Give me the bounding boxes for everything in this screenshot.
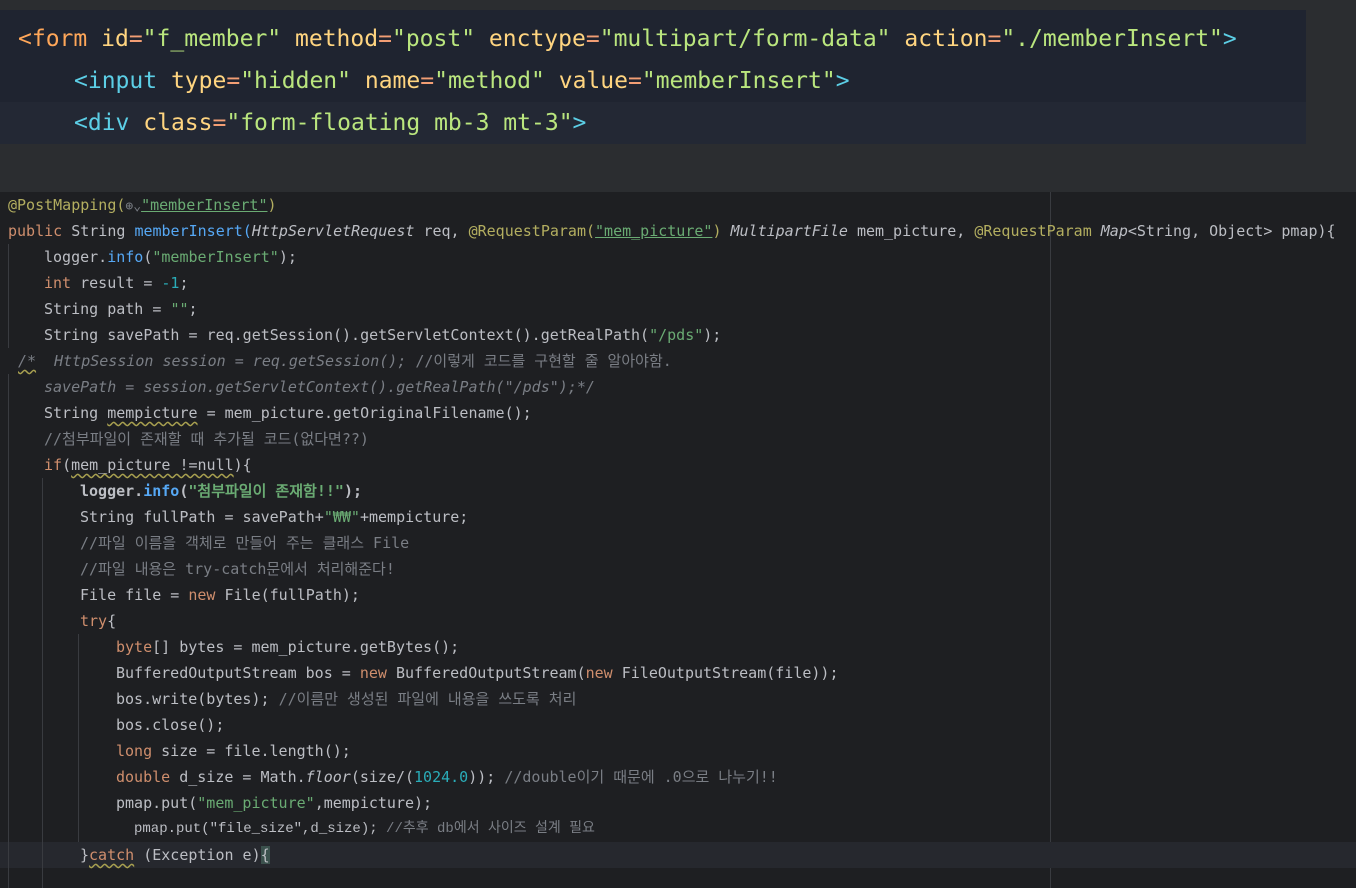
condition-warning[interactable]: mem_picture !=null: [71, 456, 234, 474]
html-code-snippet: <form id="f_member" method="post" enctyp…: [0, 10, 1306, 144]
code-line-27[interactable]: [0, 868, 1356, 888]
code-line-8[interactable]: savePath = session.getServletContext().g…: [0, 374, 1356, 400]
code-line-4[interactable]: int result = -1;: [0, 270, 1356, 296]
code-line-25[interactable]: pmap.put("file_size",d_size); //추후 db에서 …: [0, 816, 1356, 842]
html-line-input: <input type="hidden" name="method" value…: [74, 68, 850, 94]
code-line-20[interactable]: bos.write(bytes); //이름만 생성된 파일에 내용을 쓰도록 …: [0, 686, 1356, 712]
comment-fold-marker[interactable]: /*: [18, 352, 36, 370]
code-line-2[interactable]: public String memberInsert(HttpServletRe…: [0, 218, 1356, 244]
globe-icon[interactable]: ⊕⌄: [125, 199, 141, 214]
input-tag: <input: [74, 68, 158, 94]
code-line-1[interactable]: @PostMapping(⊕⌄"memberInsert"): [0, 192, 1356, 218]
code-line-14[interactable]: //파일 이름을 객체로 만들어 주는 클래스 File: [0, 530, 1356, 556]
code-line-10[interactable]: //첨부파일이 존재할 때 추가될 코드(없다면??): [0, 426, 1356, 452]
code-line-9[interactable]: String mempicture = mem_picture.getOrigi…: [0, 400, 1356, 426]
code-line-15[interactable]: //파일 내용은 try-catch문에서 처리해준다!: [0, 556, 1356, 582]
code-line-22[interactable]: long size = file.length();: [0, 738, 1356, 764]
code-line-7[interactable]: /* HttpSession session = req.getSession(…: [0, 348, 1356, 374]
code-line-24[interactable]: pmap.put("mem_picture",mempicture);: [0, 790, 1356, 816]
code-line-18[interactable]: byte[] bytes = mem_picture.getBytes();: [0, 634, 1356, 660]
html-line-form: <form id="f_member" method="post" enctyp…: [18, 26, 1237, 52]
matched-brace: {: [260, 846, 270, 864]
code-line-13[interactable]: String fullPath = savePath+"₩₩"+mempictu…: [0, 504, 1356, 530]
code-line-17[interactable]: try{: [0, 608, 1356, 634]
code-line-23[interactable]: double d_size = Math.floor(size/(1024.0)…: [0, 764, 1356, 790]
form-tag: <form: [18, 26, 88, 52]
code-line-6[interactable]: String savePath = req.getSession().getSe…: [0, 322, 1356, 348]
endpoint-link[interactable]: "memberInsert": [141, 196, 267, 214]
code-line-3[interactable]: logger.info("memberInsert");: [0, 244, 1356, 270]
code-line-5[interactable]: String path = "";: [0, 296, 1356, 322]
code-line-21[interactable]: bos.close();: [0, 712, 1356, 738]
html-line-div: <div class="form-floating mb-3 mt-3">: [0, 102, 1306, 144]
unused-var-warning[interactable]: mempicture: [107, 404, 197, 422]
code-line-16[interactable]: File file = new File(fullPath);: [0, 582, 1356, 608]
code-line-11[interactable]: if(mem_picture !=null){: [0, 452, 1356, 478]
code-line-26[interactable]: }catch (Exception e){: [0, 842, 1356, 868]
code-line-19[interactable]: BufferedOutputStream bos = new BufferedO…: [0, 660, 1356, 686]
div-tag: <div: [74, 110, 130, 136]
java-code-editor[interactable]: @PostMapping(⊕⌄"memberInsert") public St…: [0, 192, 1356, 888]
code-line-12[interactable]: logger.info("첨부파일이 존재함!!");: [0, 478, 1356, 504]
